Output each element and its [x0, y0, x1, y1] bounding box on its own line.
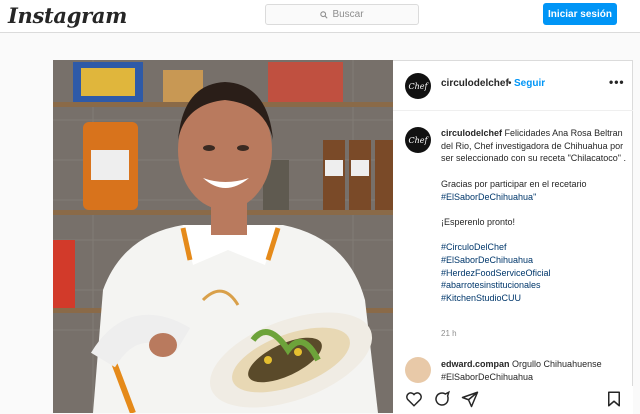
caption-para2: Gracias por participar en el recetario [441, 178, 587, 189]
caption-username[interactable]: circulodelchef [441, 128, 502, 138]
commenter-username[interactable]: edward.compan [441, 359, 510, 369]
comment: edward.compan Orgullo Chihuahuense #ElSa… [441, 358, 626, 380]
caption-avatar[interactable]: Chef [405, 127, 431, 153]
hashtag-link[interactable]: #KitchenStudioCUU [441, 292, 626, 305]
hashtag-link[interactable]: #HerdezFoodServiceOficial [441, 267, 626, 280]
post-timestamp[interactable]: 21 h [441, 329, 457, 338]
hashtag-link[interactable]: #abarrotesinstitucionales [441, 279, 626, 292]
hashtag-link[interactable]: #CirculoDelChef [441, 241, 626, 254]
action-bar [393, 386, 633, 414]
search-input[interactable]: Buscar [265, 4, 419, 25]
top-navbar: Instagram Buscar Iniciar sesión [0, 0, 640, 33]
author-username[interactable]: circulodelchef [441, 78, 509, 89]
hashtag-link[interactable]: #ElSaborDeChihuahua" [441, 191, 626, 204]
comment-icon[interactable] [433, 390, 451, 408]
instagram-logo[interactable]: Instagram [8, 3, 127, 28]
post-photo[interactable] [53, 60, 393, 413]
share-icon[interactable] [461, 390, 479, 408]
caption-para3: ¡Esperenlo pronto! [441, 216, 516, 227]
post-caption: circulodelchef Felicidades Ana Rosa Belt… [441, 127, 626, 305]
bookmark-icon[interactable] [605, 390, 623, 408]
author-avatar[interactable]: Chef [405, 73, 431, 99]
post-header: Chef circulodelchef • Seguir ••• [393, 61, 633, 111]
post-side-panel: Chef circulodelchef • Seguir ••• Chef ci… [393, 60, 633, 414]
login-button[interactable]: Iniciar sesión [543, 3, 617, 25]
search-icon [320, 10, 329, 19]
more-options-icon[interactable]: ••• [609, 75, 625, 89]
search-placeholder: Buscar [332, 9, 364, 20]
separator-dot: • [508, 78, 512, 89]
follow-button[interactable]: Seguir [514, 78, 545, 89]
heart-icon[interactable] [405, 390, 423, 408]
hashtag-link[interactable]: #ElSaborDeChihuahua [441, 254, 626, 267]
chef-photo-illustration [53, 60, 393, 413]
commenter-avatar[interactable] [405, 357, 431, 383]
